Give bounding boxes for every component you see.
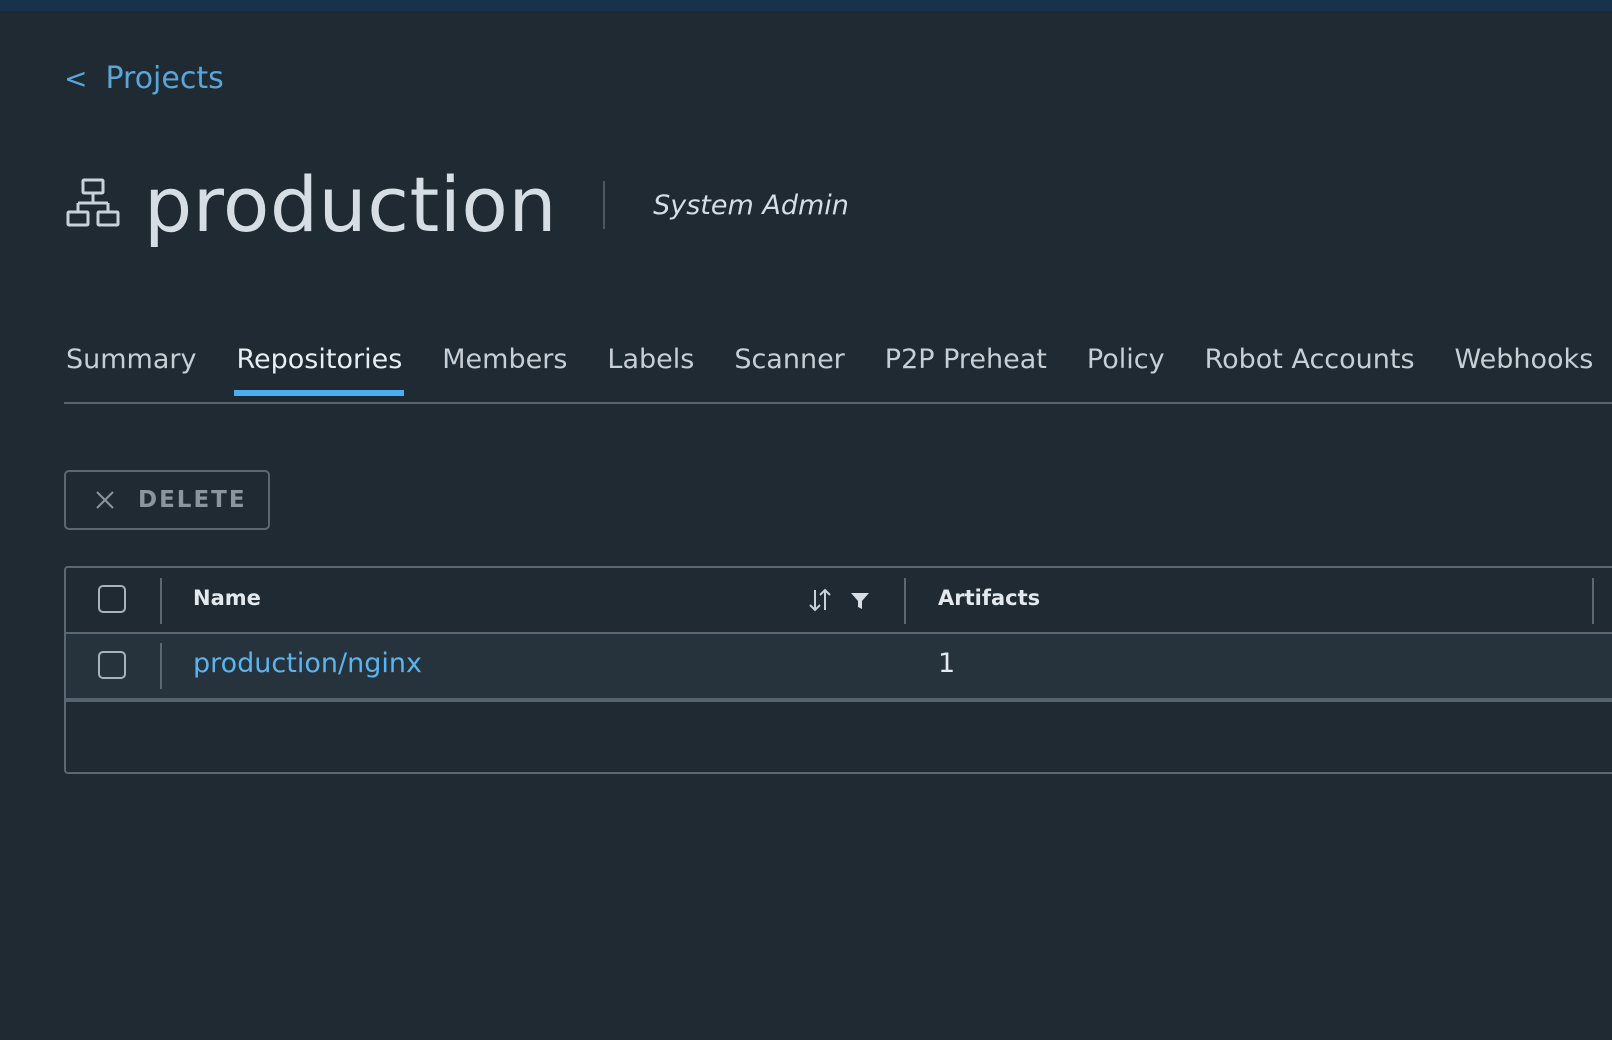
top-header-bar bbox=[0, 0, 1612, 11]
project-hierarchy-icon bbox=[66, 178, 120, 227]
column-divider[interactable] bbox=[1592, 578, 1594, 624]
page-title: production bbox=[144, 160, 558, 249]
filter-icon[interactable] bbox=[846, 586, 874, 614]
select-all-checkbox[interactable] bbox=[98, 585, 126, 613]
table-row: production/nginx 1 bbox=[66, 634, 1612, 702]
project-tabs: Summary Repositories Members Labels Scan… bbox=[64, 340, 1612, 404]
delete-button[interactable]: DELETE bbox=[64, 470, 270, 530]
repositories-table: Name Artifacts production/nginx 1 bbox=[64, 566, 1612, 774]
title-divider bbox=[603, 181, 606, 229]
column-divider bbox=[160, 578, 162, 624]
tab-summary[interactable]: Summary bbox=[64, 340, 198, 396]
repository-name-link[interactable]: production/nginx bbox=[193, 648, 422, 679]
user-role-label: System Admin bbox=[653, 189, 849, 221]
table-header: Name Artifacts bbox=[66, 568, 1612, 634]
tab-members[interactable]: Members bbox=[440, 340, 569, 396]
column-divider[interactable] bbox=[904, 578, 906, 624]
tab-p2p-preheat[interactable]: P2P Preheat bbox=[883, 340, 1049, 396]
sort-icon[interactable] bbox=[806, 586, 834, 614]
tab-repositories[interactable]: Repositories bbox=[234, 340, 405, 396]
breadcrumb-label: Projects bbox=[105, 60, 224, 96]
page-header: production System Admin bbox=[64, 150, 849, 260]
close-icon bbox=[96, 491, 114, 509]
tab-labels[interactable]: Labels bbox=[605, 340, 696, 396]
tab-policy[interactable]: Policy bbox=[1085, 340, 1167, 396]
column-header-artifacts[interactable]: Artifacts bbox=[938, 586, 1040, 610]
tab-robot-accounts[interactable]: Robot Accounts bbox=[1203, 340, 1417, 396]
row-checkbox[interactable] bbox=[98, 651, 126, 679]
column-header-name[interactable]: Name bbox=[193, 586, 261, 610]
delete-button-label: DELETE bbox=[138, 487, 247, 513]
tab-webhooks[interactable]: Webhooks bbox=[1453, 340, 1596, 396]
artifact-count: 1 bbox=[938, 648, 956, 679]
tab-scanner[interactable]: Scanner bbox=[732, 340, 846, 396]
breadcrumb-projects-link[interactable]: < Projects bbox=[64, 58, 224, 98]
column-divider bbox=[160, 643, 162, 689]
chevron-left-icon: < bbox=[64, 61, 88, 95]
